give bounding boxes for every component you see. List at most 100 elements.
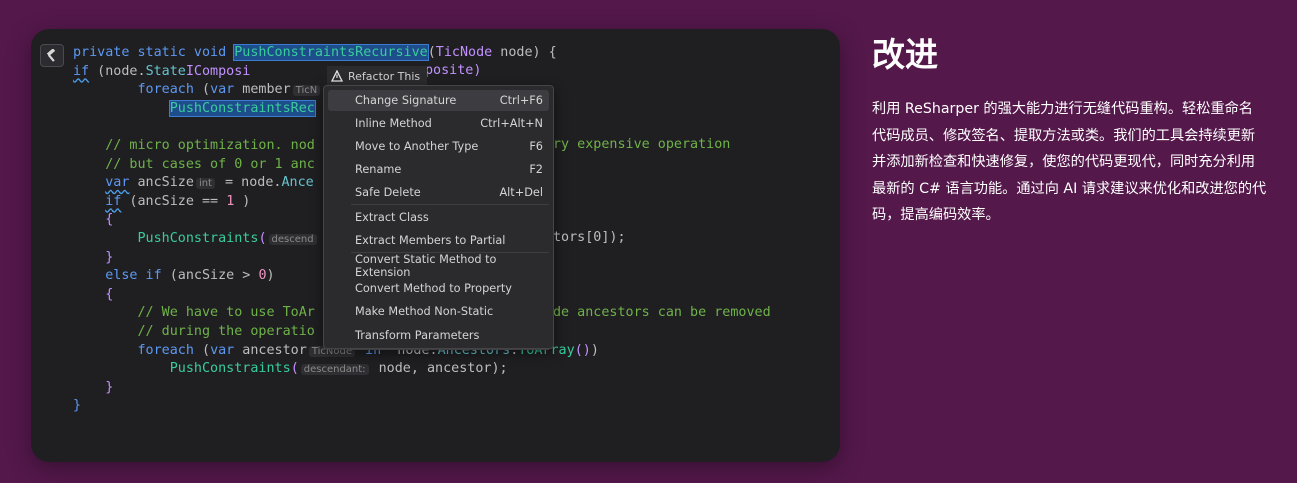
code-token: PushConstraints — [137, 230, 259, 246]
code-token: member — [234, 82, 291, 98]
code-token: var — [105, 175, 130, 191]
code-token: var — [210, 82, 235, 98]
menu-item-label: Convert Method to Property — [355, 282, 512, 295]
code-token: = node. — [216, 175, 282, 191]
code-token: ) — [590, 342, 599, 358]
menu-item-extract-members-to-partial[interactable]: Extract Members to Partial — [328, 230, 549, 251]
code-line[interactable]: } — [73, 397, 599, 416]
code-token: // during the operatio — [73, 323, 315, 339]
code-token: private static void — [73, 45, 235, 60]
menu-item-inline-method[interactable]: Inline Method Ctrl+Alt+N — [328, 113, 549, 134]
code-token: // micro optimization. nod — [73, 137, 315, 153]
menu-item-label: Convert Static Method to Extension — [355, 252, 497, 279]
code-token: ( — [193, 82, 211, 98]
inlay-hint: TicN — [292, 85, 321, 97]
menu-item-make-method-non-static[interactable]: Make Method Non-Static — [328, 301, 549, 322]
menu-item-convert-static-method-to-extension[interactable]: Convert Static Method to Extension — [328, 252, 549, 279]
code-token: // We have to use ToAr — [73, 305, 315, 321]
menu-item-label: Safe Delete — [355, 186, 421, 199]
code-token: ancestor — [234, 342, 307, 358]
code-token: { — [73, 212, 114, 228]
menu-item-shortcut: Ctrl+F6 — [499, 94, 543, 107]
code-token: } — [73, 249, 114, 265]
code-line[interactable]: } — [73, 379, 599, 398]
code-token: // but cases of 0 or 1 anc — [73, 156, 315, 172]
code-line[interactable]: private static void PushConstraintsRecur… — [73, 44, 599, 63]
code-token: PushConstraints — [169, 361, 291, 377]
code-token: { — [73, 286, 114, 302]
inlay-hint: descendant: — [300, 364, 369, 376]
menu-item-label: Transform Parameters — [355, 329, 480, 342]
menu-separator — [351, 252, 549, 253]
menu-item-shortcut: Ctrl+Alt+N — [480, 117, 543, 130]
code-token: ( — [258, 230, 267, 246]
code-token: State — [145, 63, 186, 79]
code-token: 0 — [258, 268, 267, 284]
menu-item-extract-class[interactable]: Extract Class — [328, 207, 549, 228]
warning-triangle-icon — [331, 70, 343, 82]
menu-item-convert-method-to-property[interactable]: Convert Method to Property — [328, 278, 549, 299]
refactor-this-label: Refactor This — [348, 69, 421, 83]
menu-item-label: Make Method Non-Static — [355, 305, 494, 318]
feature-description: 利用 ReSharper 的强大能力进行无缝代码重构。轻松重命名代码成员、修改签… — [872, 101, 1267, 223]
code-fragment: ry expensive operation — [553, 137, 731, 152]
menu-item-safe-delete[interactable]: Safe Delete Alt+Del — [328, 182, 549, 203]
code-token: foreach — [137, 82, 194, 98]
code-token: foreach — [137, 342, 194, 358]
menu-item-label: Move to Another Type — [355, 140, 479, 153]
refactor-menu[interactable]: Change Signature Ctrl+F6 Inline Method Ctrl… — [323, 85, 554, 350]
code-token: Ance — [281, 175, 314, 191]
code-token: TicNode — [435, 45, 493, 60]
menu-item-shortcut: F6 — [529, 140, 543, 153]
code-token: } — [73, 398, 82, 414]
page-title: 改进 — [872, 35, 938, 74]
menu-item-move-to-another-type[interactable]: Move to Another Type F6 — [328, 136, 549, 157]
menu-item-label: Extract Class — [355, 211, 429, 224]
hammer-icon[interactable] — [40, 44, 64, 67]
code-fragment: posite) — [425, 63, 482, 78]
inlay-hint: int — [195, 178, 215, 190]
code-token: (ancSize == — [121, 193, 227, 209]
menu-separator — [351, 204, 549, 205]
code-fragment: de ancestors can be removed — [553, 305, 771, 320]
menu-item-shortcut: F2 — [529, 163, 543, 176]
menu-item-transform-parameters[interactable]: Transform Parameters — [328, 325, 549, 346]
code-token: var — [210, 342, 235, 358]
code-token: ( — [290, 361, 299, 377]
code-token: if — [105, 193, 122, 209]
refactor-this-header: Refactor This — [327, 66, 427, 86]
code-fragment: tors[0]); — [553, 230, 626, 245]
menu-item-shortcut: Alt+Del — [499, 186, 543, 199]
code-token: () — [574, 342, 591, 358]
menu-item-rename[interactable]: Rename F2 — [328, 159, 549, 180]
code-token: IComposi — [185, 63, 251, 79]
code-token: ) — [234, 193, 251, 209]
code-token: node, ancestor); — [370, 361, 508, 377]
menu-item-label: Change Signature — [355, 94, 457, 107]
code-token: (ancSize > — [161, 268, 259, 284]
code-token: } — [73, 379, 114, 395]
code-line[interactable]: PushConstraints(descendant: node, ancest… — [73, 360, 599, 379]
code-token: PushConstraintsRecursive — [233, 44, 429, 61]
code-token: else if — [105, 268, 162, 284]
code-token: if — [73, 63, 90, 79]
code-token: (node. — [89, 63, 146, 79]
menu-item-label: Rename — [355, 163, 402, 176]
code-token: ancSize — [129, 175, 194, 191]
code-token: ( — [427, 45, 436, 60]
code-token: ) — [266, 268, 275, 284]
inlay-hint: descend — [268, 233, 317, 245]
menu-item-label: Inline Method — [355, 117, 432, 130]
code-token: PushConstraintsRec — [168, 99, 316, 117]
code-token: node) { — [492, 45, 557, 60]
menu-item-change-signature[interactable]: Change Signature Ctrl+F6 — [328, 90, 549, 111]
code-token: ( — [193, 342, 211, 358]
